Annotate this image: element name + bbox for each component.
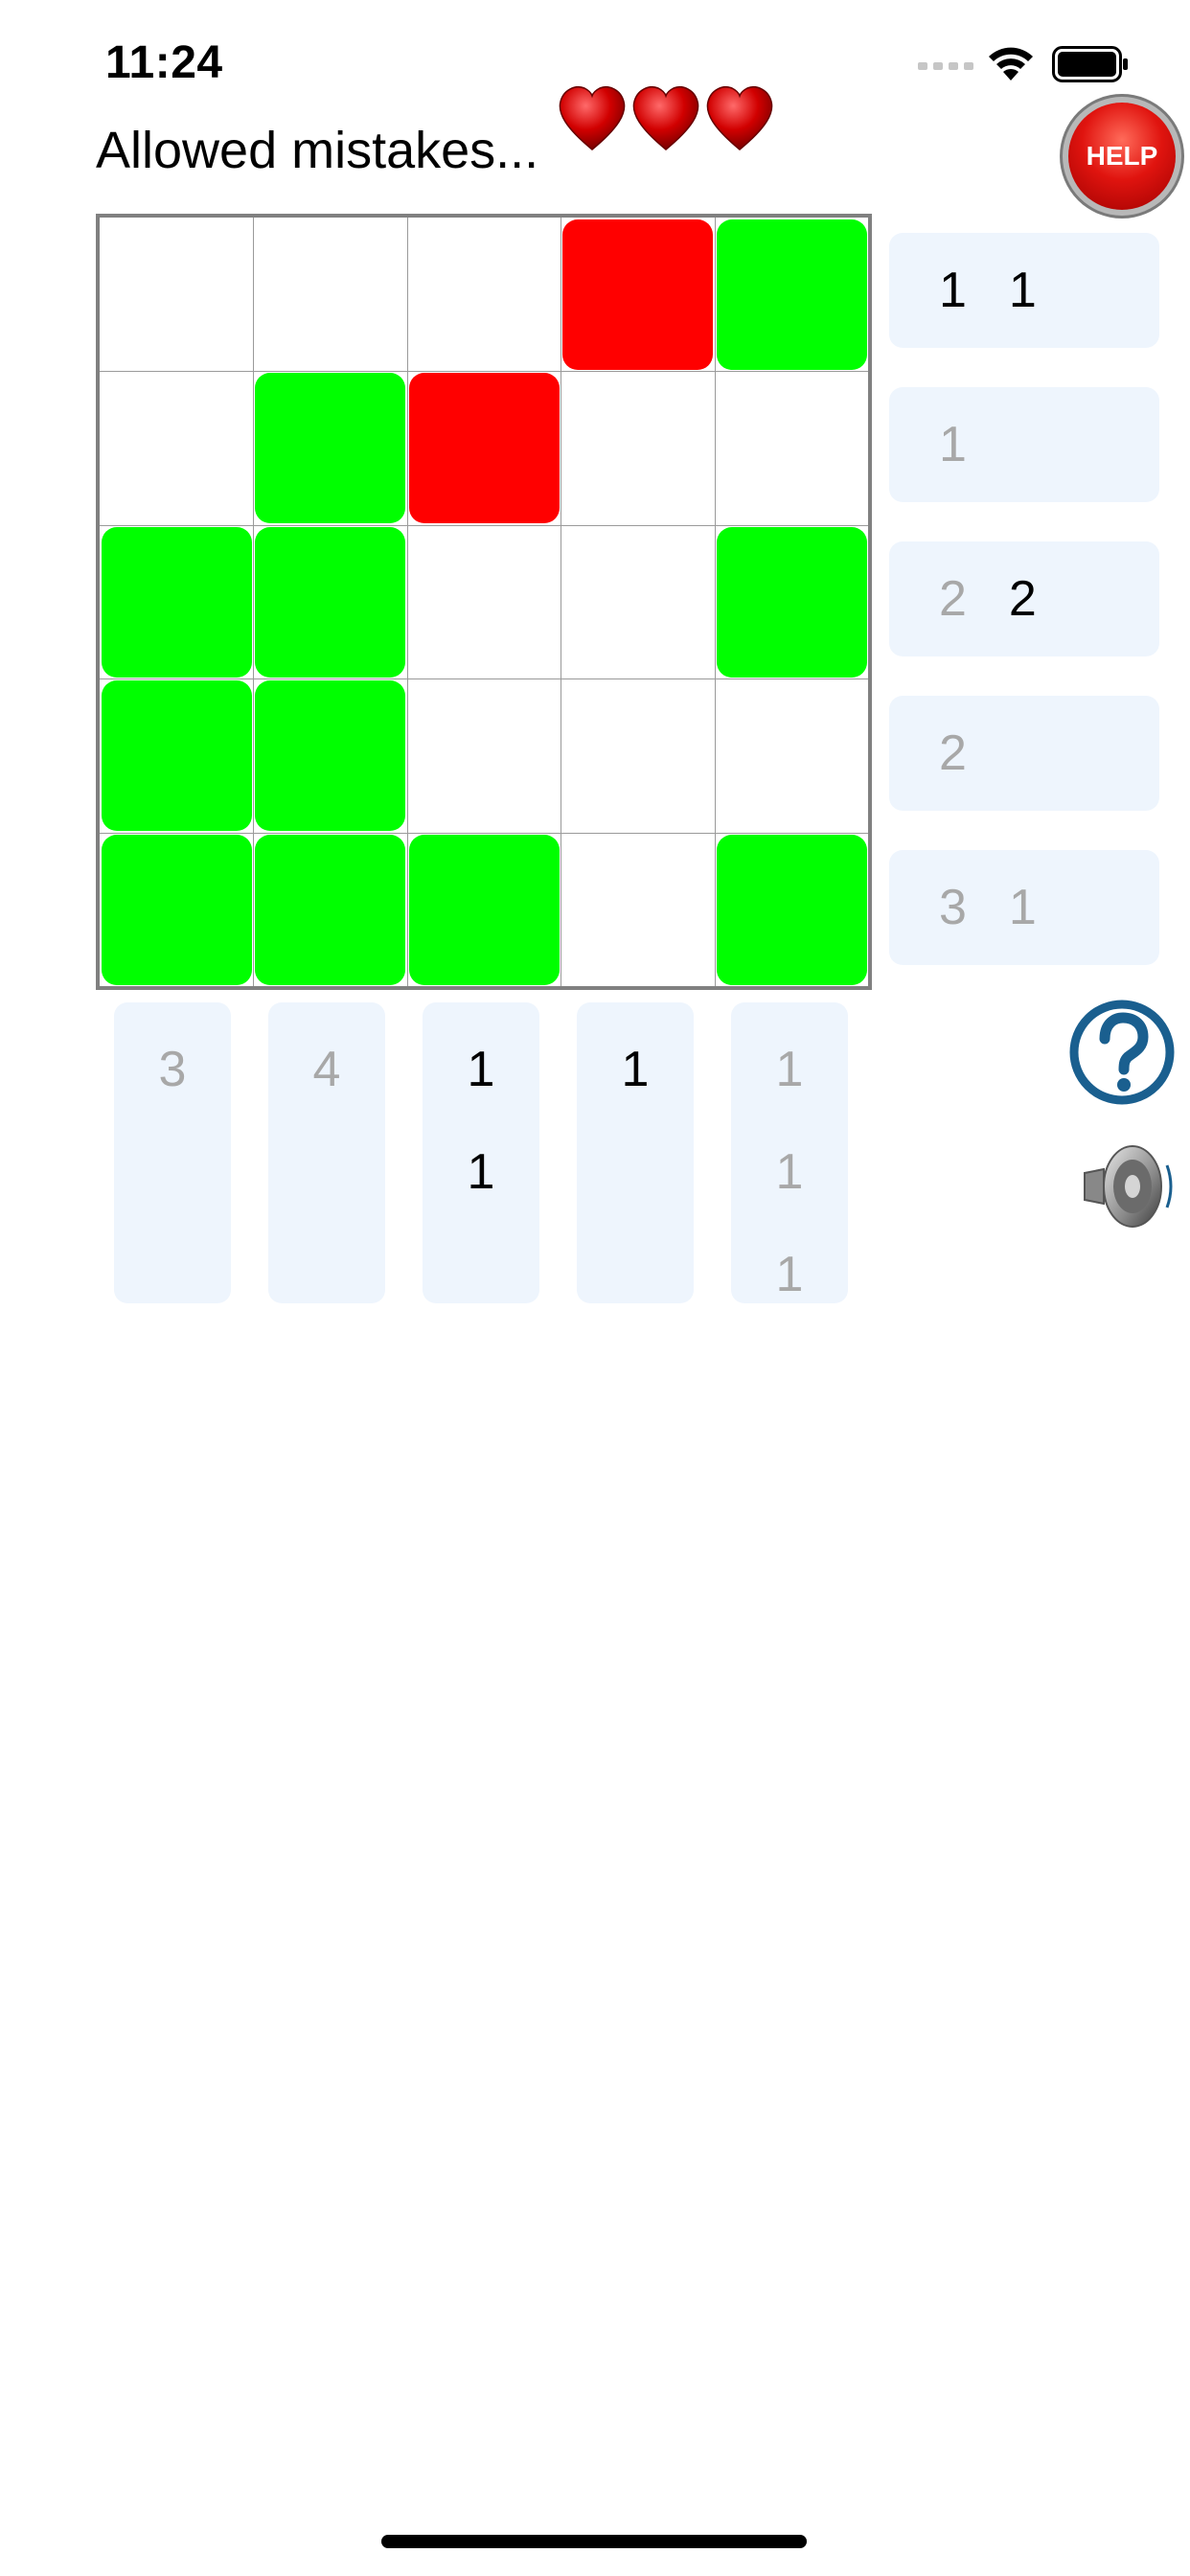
- home-indicator: [381, 2535, 807, 2548]
- filled-square: [255, 373, 406, 524]
- grid-cell-r5-c1-filled[interactable]: [100, 833, 254, 987]
- clue-number: 1: [467, 1042, 495, 1097]
- filled-square: [716, 219, 867, 370]
- question-mark-icon[interactable]: [1068, 999, 1176, 1106]
- clue-number: 4: [312, 1042, 341, 1097]
- clue-number: 1: [775, 1042, 804, 1097]
- row-clue-5: 31: [889, 850, 1159, 965]
- grid-cell-r2-c4-empty[interactable]: [561, 371, 715, 525]
- heart-icon: [706, 86, 773, 150]
- wifi-icon: [989, 47, 1033, 80]
- column-clue-2: 4: [268, 1002, 385, 1303]
- row-clue-2: 1: [889, 387, 1159, 502]
- grid-cell-r4-c4-empty[interactable]: [561, 678, 715, 833]
- clue-number: 1: [775, 1247, 804, 1302]
- column-clue-5: 1 1 1: [731, 1002, 848, 1303]
- filled-square: [102, 834, 252, 985]
- filled-square: [408, 834, 560, 985]
- grid-cell-r2-c5-empty[interactable]: [715, 371, 869, 525]
- clue-number: 1: [939, 263, 967, 318]
- grid-cell-r4-c5-empty[interactable]: [715, 678, 869, 833]
- help-button[interactable]: HELP: [1068, 103, 1176, 210]
- grid-cell-r1-c1-empty[interactable]: [100, 218, 254, 372]
- grid-cell-r3-c4-empty[interactable]: [561, 525, 715, 679]
- column-clue-3: 11: [423, 1002, 539, 1303]
- allowed-mistakes-label: Allowed mistakes...: [96, 122, 539, 179]
- filled-square: [102, 680, 252, 832]
- mistake-square: [562, 219, 714, 370]
- heart-icon: [559, 86, 626, 150]
- grid-cell-r5-c4-empty[interactable]: [561, 833, 715, 987]
- heart-icon: [632, 86, 699, 150]
- clue-number: 1: [1008, 263, 1037, 318]
- clue-number: 1: [467, 1144, 495, 1200]
- filled-square: [255, 834, 406, 985]
- clue-number: 1: [621, 1042, 650, 1097]
- grid-cell-r1-c3-empty[interactable]: [407, 218, 561, 372]
- clue-number: 2: [939, 571, 967, 627]
- column-clue-1: 3: [114, 1002, 231, 1303]
- clue-number: 1: [939, 417, 967, 472]
- battery-icon: [1052, 46, 1128, 82]
- filled-square: [102, 526, 252, 678]
- clue-number: 1: [775, 1144, 804, 1200]
- grid-cell-r4-c3-empty[interactable]: [407, 678, 561, 833]
- clue-number: 3: [158, 1042, 187, 1097]
- filled-square: [255, 526, 406, 678]
- grid-cell-r2-c3-mistake[interactable]: [407, 371, 561, 525]
- mistake-square: [408, 373, 560, 524]
- row-clue-3: 22: [889, 541, 1159, 656]
- clue-number: 1: [1008, 880, 1037, 935]
- puzzle-board: [96, 214, 872, 990]
- row-clue-4: 2: [889, 696, 1159, 811]
- speaker-icon[interactable]: [1073, 1131, 1179, 1236]
- grid-cell-r4-c1-filled[interactable]: [100, 678, 254, 833]
- column-clue-4: 1: [577, 1002, 694, 1303]
- grid-cell-r3-c2-filled[interactable]: [253, 525, 407, 679]
- grid-cell-r4-c2-filled[interactable]: [253, 678, 407, 833]
- grid-cell-r1-c5-filled[interactable]: [715, 218, 869, 372]
- grid-cell-r5-c2-filled[interactable]: [253, 833, 407, 987]
- grid-cell-r3-c3-empty[interactable]: [407, 525, 561, 679]
- clue-number: 2: [939, 725, 967, 781]
- cellular-signal-icon: [918, 62, 973, 70]
- clue-number: 3: [939, 880, 967, 935]
- grid-cell-r3-c5-filled[interactable]: [715, 525, 869, 679]
- filled-square: [716, 834, 867, 985]
- row-clue-1: 11: [889, 233, 1159, 348]
- filled-square: [255, 680, 406, 832]
- hearts-lives: [559, 86, 773, 150]
- grid-cell-r5-c5-filled[interactable]: [715, 833, 869, 987]
- help-button-label: HELP: [1086, 141, 1158, 171]
- grid-cell-r1-c2-empty[interactable]: [253, 218, 407, 372]
- clue-number: 2: [1008, 571, 1037, 627]
- filled-square: [716, 526, 867, 678]
- grid-cell-r1-c4-mistake[interactable]: [561, 218, 715, 372]
- grid-cell-r2-c1-empty[interactable]: [100, 371, 254, 525]
- grid-cell-r2-c2-filled[interactable]: [253, 371, 407, 525]
- grid-cell-r5-c3-filled[interactable]: [407, 833, 561, 987]
- status-time: 11:24: [105, 37, 223, 88]
- grid-cell-r3-c1-filled[interactable]: [100, 525, 254, 679]
